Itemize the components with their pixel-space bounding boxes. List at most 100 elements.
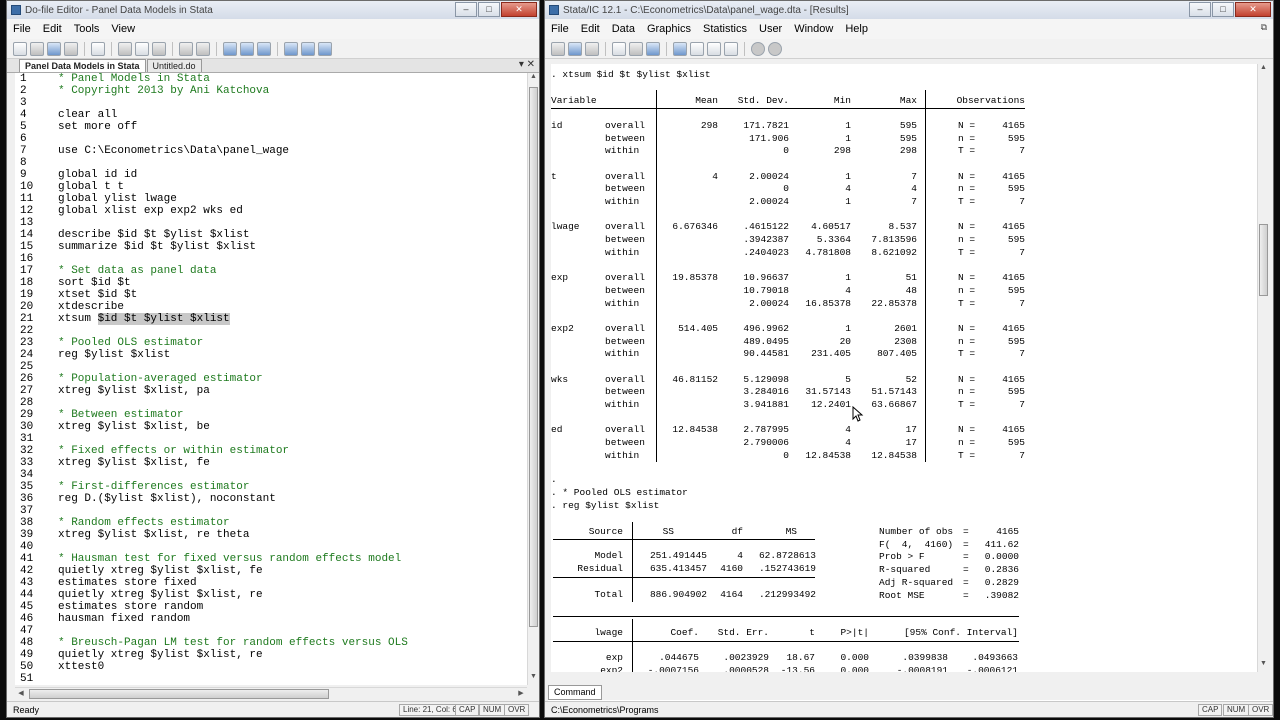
code-line[interactable]: reg D.($ylist $xlist), noconstant (58, 493, 526, 505)
code-line[interactable] (58, 253, 526, 265)
close-icon[interactable]: ✕ (1235, 2, 1271, 17)
tab-untitled[interactable]: Untitled.do (146, 59, 202, 72)
code-line[interactable]: describe $id $t $ylist $xlist (58, 229, 526, 241)
code-line[interactable] (58, 217, 526, 229)
open-folder-icon[interactable] (30, 41, 44, 56)
code-line[interactable]: * Copyright 2013 by Ani Katchova (58, 85, 526, 97)
code-line[interactable] (58, 397, 526, 409)
scroll-left-icon[interactable]: ◀ (15, 688, 27, 700)
cut-icon[interactable] (118, 41, 132, 56)
scroll-down-icon[interactable]: ▼ (528, 673, 539, 685)
menu-file[interactable]: File (13, 23, 31, 35)
execute-quietly-icon[interactable] (318, 41, 332, 56)
do-file-editor-icon[interactable] (673, 41, 687, 56)
code-line[interactable]: global t t (58, 181, 526, 193)
shift-left-icon[interactable] (223, 41, 237, 56)
code-line[interactable]: quietly xtreg $ylist $xlist, fe (58, 565, 526, 577)
menu-tools[interactable]: Tools (74, 23, 100, 35)
editor-horizontal-scrollbar[interactable]: ◀ ▶ (15, 687, 527, 700)
code-line[interactable]: global id id (58, 169, 526, 181)
code-line[interactable] (58, 325, 526, 337)
new-file-icon[interactable] (13, 41, 27, 56)
minimize-icon[interactable]: – (455, 2, 477, 17)
code-line[interactable] (58, 361, 526, 373)
open-folder-icon[interactable] (551, 41, 565, 56)
results-titlebar[interactable]: Stata/IC 12.1 - C:\Econometrics\Data\pan… (545, 1, 1273, 19)
menu-statistics[interactable]: Statistics (703, 23, 747, 35)
close-icon[interactable]: ✕ (501, 2, 537, 17)
menu-edit[interactable]: Edit (581, 23, 600, 35)
menu-window[interactable]: Window (794, 23, 833, 35)
code-line[interactable]: xtreg $ylist $xlist, fe (58, 457, 526, 469)
code-area[interactable]: * Panel Models in Stata * Copyright 2013 … (58, 73, 526, 685)
do-selection-icon[interactable] (284, 41, 298, 56)
redo-icon[interactable] (196, 41, 210, 56)
code-line[interactable]: * Set data as panel data (58, 265, 526, 277)
shift-right-icon[interactable] (240, 41, 254, 56)
code-line[interactable]: xtdescribe (58, 301, 526, 313)
code-line[interactable]: clear all (58, 109, 526, 121)
menu-user[interactable]: User (759, 23, 782, 35)
bookmark-icon[interactable] (257, 41, 271, 56)
restore-window-icon[interactable]: ⧉ (1261, 22, 1267, 33)
code-line[interactable]: * Pooled OLS estimator (58, 337, 526, 349)
scroll-thumb[interactable] (1259, 224, 1268, 296)
code-line[interactable]: xttest0 (58, 661, 526, 673)
editor-vertical-scrollbar[interactable]: ▲ ▼ (527, 73, 539, 685)
more-icon[interactable] (751, 41, 765, 56)
code-line[interactable]: * Fixed effects or within estimator (58, 445, 526, 457)
code-line[interactable]: summarize $id $t $ylist $xlist (58, 241, 526, 253)
code-line[interactable]: xtreg $ylist $xlist, be (58, 421, 526, 433)
code-line[interactable]: * Population-averaged estimator (58, 373, 526, 385)
data-editor-icon[interactable] (690, 41, 704, 56)
variables-manager-icon[interactable] (724, 41, 738, 56)
scroll-up-icon[interactable]: ▲ (528, 73, 539, 85)
viewer-icon[interactable] (629, 41, 643, 56)
code-line[interactable]: reg $ylist $xlist (58, 349, 526, 361)
print-icon[interactable] (585, 41, 599, 56)
code-line[interactable] (58, 469, 526, 481)
scroll-thumb[interactable] (29, 689, 329, 699)
code-line[interactable] (58, 505, 526, 517)
menu-edit[interactable]: Edit (43, 23, 62, 35)
code-line[interactable]: * Random effects estimator (58, 517, 526, 529)
code-line[interactable]: xtsum $id $t $ylist $xlist (58, 313, 526, 325)
tab-controls-icon[interactable]: ▾ ✕ (519, 59, 535, 70)
code-line[interactable] (58, 625, 526, 637)
copy-icon[interactable] (135, 41, 149, 56)
code-line[interactable]: quietly xtreg $ylist $xlist, re (58, 649, 526, 661)
code-line[interactable]: hausman fixed random (58, 613, 526, 625)
graph-icon[interactable] (646, 41, 660, 56)
code-line[interactable]: sort $id $t (58, 277, 526, 289)
scroll-thumb[interactable] (529, 87, 538, 627)
save-icon[interactable] (568, 41, 582, 56)
menu-data[interactable]: Data (612, 23, 635, 35)
maximize-icon[interactable]: □ (478, 2, 500, 17)
undo-icon[interactable] (179, 41, 193, 56)
run-icon[interactable] (301, 41, 315, 56)
code-line[interactable]: * Breusch-Pagan LM test for random effec… (58, 637, 526, 649)
code-line[interactable] (58, 433, 526, 445)
data-browser-icon[interactable] (707, 41, 721, 56)
scroll-right-icon[interactable]: ▶ (515, 688, 527, 700)
code-line[interactable]: * Hausman test for fixed versus random e… (58, 553, 526, 565)
code-line[interactable]: global xlist exp exp2 wks ed (58, 205, 526, 217)
paste-icon[interactable] (152, 41, 166, 56)
save-icon[interactable] (47, 41, 61, 56)
maximize-icon[interactable]: □ (1212, 2, 1234, 17)
find-icon[interactable] (91, 41, 105, 56)
results-vertical-scrollbar[interactable]: ▲ ▼ (1257, 64, 1269, 672)
code-line[interactable] (58, 97, 526, 109)
command-tab[interactable]: Command (548, 685, 602, 700)
menu-file[interactable]: File (551, 23, 569, 35)
code-line[interactable]: * First-differences estimator (58, 481, 526, 493)
code-line[interactable]: estimates store random (58, 601, 526, 613)
tab-panel-data-models[interactable]: Panel Data Models in Stata (19, 59, 146, 72)
code-line[interactable]: set more off (58, 121, 526, 133)
code-line[interactable]: estimates store fixed (58, 577, 526, 589)
code-line[interactable]: global ylist lwage (58, 193, 526, 205)
code-line[interactable] (58, 541, 526, 553)
code-line[interactable]: * Panel Models in Stata (58, 73, 526, 85)
code-line[interactable] (58, 133, 526, 145)
menu-view[interactable]: View (111, 23, 135, 35)
